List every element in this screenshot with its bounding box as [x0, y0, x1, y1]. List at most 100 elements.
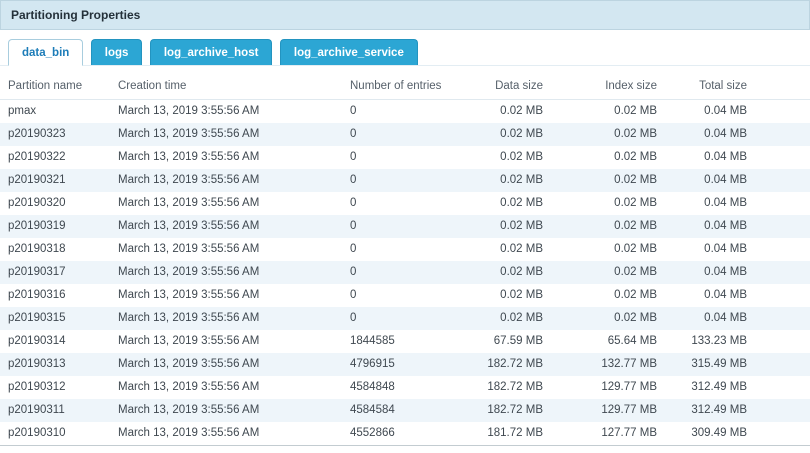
cell-data-size: 0.02 MB [460, 146, 551, 169]
cell-data-size: 0.02 MB [460, 238, 551, 261]
cell-index-size: 0.02 MB [551, 100, 665, 124]
cell-partition-name: p20190313 [0, 353, 110, 376]
cell-total-size: 0.04 MB [665, 100, 810, 124]
cell-total-size: 0.04 MB [665, 169, 810, 192]
cell-data-size: 0.02 MB [460, 123, 551, 146]
cell-data-size: 0.02 MB [460, 100, 551, 124]
table-row: p20190312 March 13, 2019 3:55:56 AM 4584… [0, 376, 810, 399]
cell-number-of-entries: 0 [342, 146, 460, 169]
cell-index-size: 129.77 MB [551, 399, 665, 422]
table-row: p20190314 March 13, 2019 3:55:56 AM 1844… [0, 330, 810, 353]
cell-creation-time: March 13, 2019 3:55:56 AM [110, 192, 342, 215]
table-row: p20190321 March 13, 2019 3:55:56 AM 0 0.… [0, 169, 810, 192]
cell-index-size: 65.64 MB [551, 330, 665, 353]
cell-index-size: 0.02 MB [551, 123, 665, 146]
table-row: p20190313 March 13, 2019 3:55:56 AM 4796… [0, 353, 810, 376]
cell-number-of-entries: 4584584 [342, 399, 460, 422]
cell-total-size: 0.04 MB [665, 307, 810, 330]
cell-index-size: 0.02 MB [551, 146, 665, 169]
cell-creation-time: March 13, 2019 3:55:56 AM [110, 238, 342, 261]
cell-index-size: 127.77 MB [551, 422, 665, 446]
cell-number-of-entries: 4552866 [342, 422, 460, 446]
table-body: pmax March 13, 2019 3:55:56 AM 0 0.02 MB… [0, 100, 810, 446]
cell-partition-name: p20190310 [0, 422, 110, 446]
cell-number-of-entries: 4584848 [342, 376, 460, 399]
table-row: p20190322 March 13, 2019 3:55:56 AM 0 0.… [0, 146, 810, 169]
cell-partition-name: p20190311 [0, 399, 110, 422]
cell-data-size: 0.02 MB [460, 192, 551, 215]
tab-log-archive-service[interactable]: log_archive_service [280, 39, 418, 65]
col-header-partition-name: Partition name [0, 72, 110, 100]
cell-index-size: 132.77 MB [551, 353, 665, 376]
tab-data-bin[interactable]: data_bin [8, 39, 83, 66]
cell-number-of-entries: 0 [342, 192, 460, 215]
cell-index-size: 0.02 MB [551, 307, 665, 330]
cell-data-size: 0.02 MB [460, 169, 551, 192]
cell-partition-name: p20190319 [0, 215, 110, 238]
cell-number-of-entries: 0 [342, 307, 460, 330]
cell-index-size: 0.02 MB [551, 238, 665, 261]
cell-creation-time: March 13, 2019 3:55:56 AM [110, 307, 342, 330]
cell-total-size: 0.04 MB [665, 123, 810, 146]
cell-total-size: 0.04 MB [665, 261, 810, 284]
cell-partition-name: p20190315 [0, 307, 110, 330]
cell-number-of-entries: 0 [342, 100, 460, 124]
table-row: p20190320 March 13, 2019 3:55:56 AM 0 0.… [0, 192, 810, 215]
cell-data-size: 182.72 MB [460, 399, 551, 422]
partitioning-properties-panel: Partitioning Properties data_bin logs lo… [0, 0, 810, 453]
table-row: p20190311 March 13, 2019 3:55:56 AM 4584… [0, 399, 810, 422]
cell-creation-time: March 13, 2019 3:55:56 AM [110, 123, 342, 146]
cell-index-size: 0.02 MB [551, 215, 665, 238]
cell-creation-time: March 13, 2019 3:55:56 AM [110, 146, 342, 169]
cell-partition-name: p20190314 [0, 330, 110, 353]
cell-data-size: 0.02 MB [460, 261, 551, 284]
cell-index-size: 129.77 MB [551, 376, 665, 399]
cell-creation-time: March 13, 2019 3:55:56 AM [110, 100, 342, 124]
cell-total-size: 0.04 MB [665, 238, 810, 261]
cell-number-of-entries: 0 [342, 169, 460, 192]
cell-partition-name: p20190320 [0, 192, 110, 215]
cell-creation-time: March 13, 2019 3:55:56 AM [110, 330, 342, 353]
cell-partition-name: p20190322 [0, 146, 110, 169]
cell-data-size: 0.02 MB [460, 215, 551, 238]
cell-partition-name: pmax [0, 100, 110, 124]
cell-index-size: 0.02 MB [551, 169, 665, 192]
panel-title: Partitioning Properties [0, 0, 810, 30]
table-row: p20190317 March 13, 2019 3:55:56 AM 0 0.… [0, 261, 810, 284]
cell-total-size: 312.49 MB [665, 376, 810, 399]
tab-bar: data_bin logs log_archive_host log_archi… [0, 39, 810, 66]
cell-partition-name: p20190316 [0, 284, 110, 307]
cell-partition-name: p20190318 [0, 238, 110, 261]
cell-total-size: 0.04 MB [665, 192, 810, 215]
tab-logs[interactable]: logs [91, 39, 143, 65]
cell-data-size: 182.72 MB [460, 376, 551, 399]
cell-partition-name: p20190323 [0, 123, 110, 146]
table-row: p20190323 March 13, 2019 3:55:56 AM 0 0.… [0, 123, 810, 146]
table-row: p20190310 March 13, 2019 3:55:56 AM 4552… [0, 422, 810, 446]
cell-total-size: 0.04 MB [665, 284, 810, 307]
cell-number-of-entries: 0 [342, 238, 460, 261]
cell-data-size: 0.02 MB [460, 307, 551, 330]
col-header-index-size: Index size [551, 72, 665, 100]
cell-number-of-entries: 1844585 [342, 330, 460, 353]
cell-creation-time: March 13, 2019 3:55:56 AM [110, 215, 342, 238]
cell-total-size: 0.04 MB [665, 215, 810, 238]
cell-partition-name: p20190317 [0, 261, 110, 284]
cell-total-size: 309.49 MB [665, 422, 810, 446]
cell-total-size: 312.49 MB [665, 399, 810, 422]
cell-creation-time: March 13, 2019 3:55:56 AM [110, 353, 342, 376]
cell-total-size: 315.49 MB [665, 353, 810, 376]
col-header-number-of-entries: Number of entries [342, 72, 460, 100]
cell-data-size: 181.72 MB [460, 422, 551, 446]
cell-data-size: 67.59 MB [460, 330, 551, 353]
cell-total-size: 0.04 MB [665, 146, 810, 169]
cell-index-size: 0.02 MB [551, 192, 665, 215]
cell-creation-time: March 13, 2019 3:55:56 AM [110, 376, 342, 399]
cell-partition-name: p20190312 [0, 376, 110, 399]
tab-log-archive-host[interactable]: log_archive_host [150, 39, 273, 65]
cell-partition-name: p20190321 [0, 169, 110, 192]
cell-creation-time: March 13, 2019 3:55:56 AM [110, 169, 342, 192]
col-header-creation-time: Creation time [110, 72, 342, 100]
cell-data-size: 182.72 MB [460, 353, 551, 376]
cell-data-size: 0.02 MB [460, 284, 551, 307]
